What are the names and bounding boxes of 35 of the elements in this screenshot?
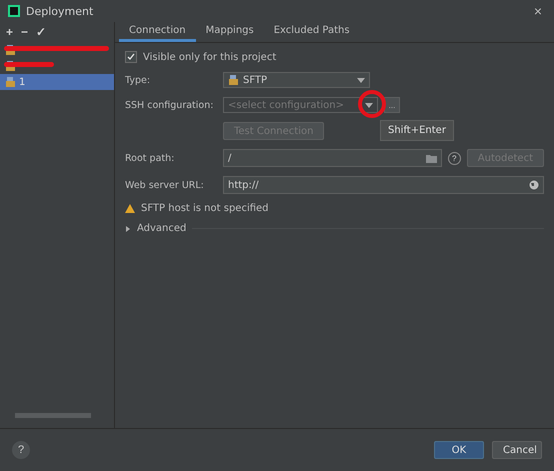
toolbar-button[interactable]: ✓	[36, 25, 46, 39]
toolbar-button[interactable]: −	[21, 25, 28, 39]
annotation-circle	[358, 90, 386, 118]
field-label: Web server URL:	[125, 180, 205, 190]
toolbar-button[interactable]: +	[6, 25, 14, 39]
tab[interactable]: Connection	[119, 22, 196, 42]
field-label: Type:	[125, 74, 152, 86]
field-label: SSH configuration:	[125, 100, 214, 110]
checkbox[interactable]	[125, 51, 137, 63]
checkbox-label: Visible only for this project	[143, 52, 276, 62]
ok-button[interactable]: OK	[434, 441, 484, 459]
type-dropdown[interactable]: SFTP	[223, 72, 370, 88]
web-url-field[interactable]: http://	[223, 176, 544, 194]
server-icon	[5, 77, 16, 87]
cancel-button[interactable]: Cancel	[492, 441, 542, 459]
expand-arrow-icon[interactable]	[125, 226, 131, 232]
warning-text: SFTP host is not specified	[141, 203, 269, 214]
help-button[interactable]: ?	[448, 152, 461, 164]
root-path-field[interactable]: /	[223, 149, 442, 167]
window-title: Deployment	[26, 4, 94, 18]
warning-icon	[125, 204, 135, 213]
field-label: Root path:	[125, 152, 176, 164]
server-icon	[228, 75, 239, 85]
tab[interactable]: Mappings	[196, 22, 264, 42]
dropdown-arrow-icon	[365, 102, 373, 108]
globe-icon	[529, 180, 539, 190]
app-icon	[8, 5, 20, 17]
section-label[interactable]: Advanced	[137, 223, 186, 234]
close-button[interactable]: ×	[530, 3, 546, 19]
help-button[interactable]: ?	[12, 441, 30, 459]
tooltip: Shift+Enter	[380, 120, 454, 141]
folder-icon	[426, 154, 437, 162]
tab[interactable]: Excluded Paths	[264, 22, 360, 42]
server-item[interactable]: 1	[0, 74, 114, 90]
dropdown-arrow-icon	[357, 78, 365, 82]
